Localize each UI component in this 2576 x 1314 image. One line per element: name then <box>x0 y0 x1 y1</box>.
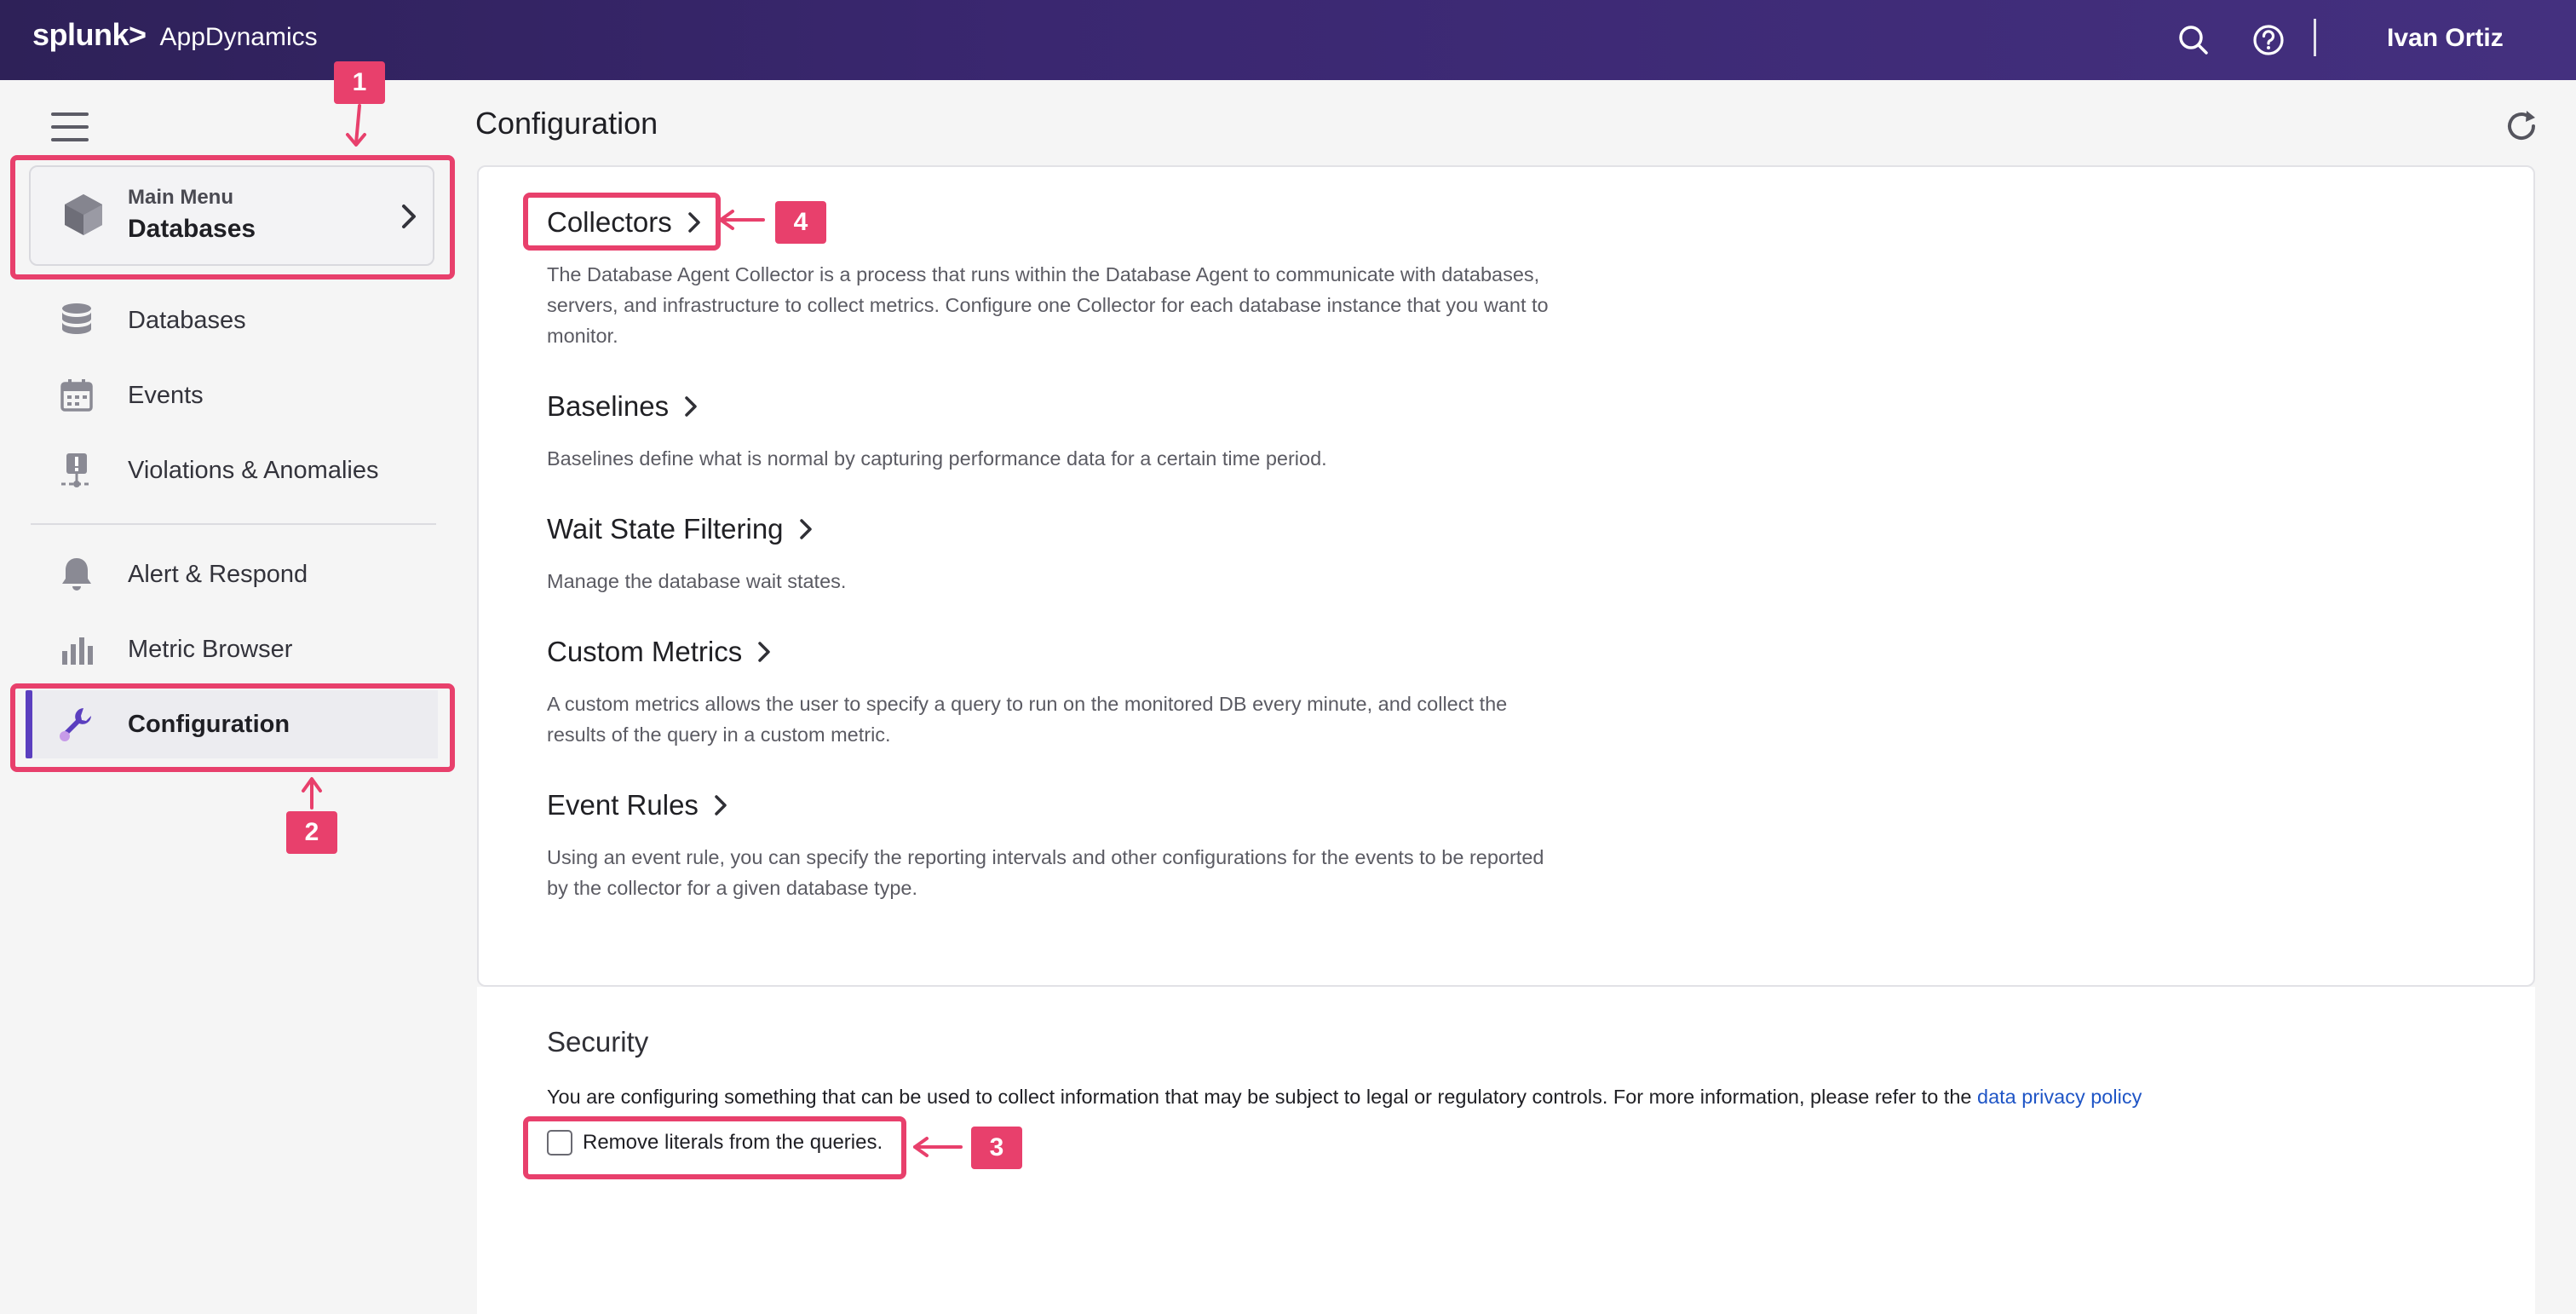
chevron-right-icon <box>685 396 697 417</box>
sidebar-item-alert-respond[interactable]: Alert & Respond <box>26 540 438 608</box>
sidebar-item-label: Events <box>128 381 204 409</box>
sidebar-item-databases[interactable]: Databases <box>26 286 438 354</box>
sidebar-item-label: Databases <box>128 306 246 334</box>
sidebar-item-events[interactable]: Events <box>26 361 438 429</box>
database-icon <box>53 297 101 344</box>
annotation-badge-4: 4 <box>775 201 826 244</box>
page-title: Configuration <box>475 106 658 141</box>
highlight-collectors <box>523 193 721 251</box>
bell-icon <box>53 550 101 598</box>
help-icon[interactable] <box>2249 20 2288 60</box>
bar-chart-icon <box>53 625 101 673</box>
sidebar-item-violations[interactable]: Violations & Anomalies <box>26 436 438 504</box>
section-description: The Database Agent Collector is a proces… <box>547 263 1549 347</box>
top-bar: splunk> AppDynamics Ivan Ortiz <box>0 0 2576 80</box>
product-name: AppDynamics <box>159 23 318 51</box>
sidebar-item-metric-browser[interactable]: Metric Browser <box>26 615 438 683</box>
sidebar-item-label: Violations & Anomalies <box>128 456 379 484</box>
annotation-badge-1: 1 <box>334 61 385 104</box>
chevron-right-icon <box>758 642 770 662</box>
chevron-right-icon <box>799 519 812 539</box>
sidebar-item-label: Alert & Respond <box>128 560 308 588</box>
header-divider <box>2314 19 2316 56</box>
refresh-icon[interactable] <box>2501 106 2542 151</box>
calendar-icon <box>53 372 101 419</box>
event-rules-link[interactable]: Event Rules <box>547 789 729 821</box>
violation-icon <box>53 447 101 494</box>
sidebar-divider <box>31 523 436 525</box>
security-notice-text: You are configuring something that can b… <box>547 1086 1972 1108</box>
baselines-link[interactable]: Baselines <box>547 390 699 423</box>
section-title: Baselines <box>547 390 670 422</box>
wait-state-filtering-link[interactable]: Wait State Filtering <box>547 513 814 545</box>
hamburger-menu-icon[interactable] <box>51 112 89 141</box>
custom-metrics-link[interactable]: Custom Metrics <box>547 636 773 668</box>
section-description: Manage the database wait states. <box>547 570 847 592</box>
data-privacy-policy-link[interactable]: data privacy policy <box>1977 1086 2142 1108</box>
section-title: Custom Metrics <box>547 636 743 667</box>
section-description: Baselines define what is normal by captu… <box>547 447 1327 470</box>
highlight-configuration <box>10 683 455 772</box>
user-menu[interactable]: Ivan Ortiz <box>2387 24 2504 53</box>
brand-name: splunk> <box>32 17 147 52</box>
chevron-right-icon <box>715 795 727 815</box>
highlight-main-menu <box>10 155 455 280</box>
security-notice: You are configuring something that can b… <box>547 1086 2142 1109</box>
section-title: Wait State Filtering <box>547 513 784 545</box>
sidebar-item-label: Metric Browser <box>128 635 293 663</box>
annotation-badge-2: 2 <box>286 811 337 854</box>
app-logo[interactable]: splunk> AppDynamics <box>32 17 318 53</box>
search-icon[interactable] <box>2174 20 2213 60</box>
highlight-remove-literals <box>523 1116 906 1179</box>
configuration-card: Collectors The Database Agent Collector … <box>477 165 2535 987</box>
annotation-badge-3: 3 <box>971 1127 1022 1169</box>
section-description: A custom metrics allows the user to spec… <box>547 693 1508 746</box>
section-title: Event Rules <box>547 789 699 821</box>
section-description: Using an event rule, you can specify the… <box>547 846 1544 899</box>
security-title: Security <box>547 1026 649 1058</box>
